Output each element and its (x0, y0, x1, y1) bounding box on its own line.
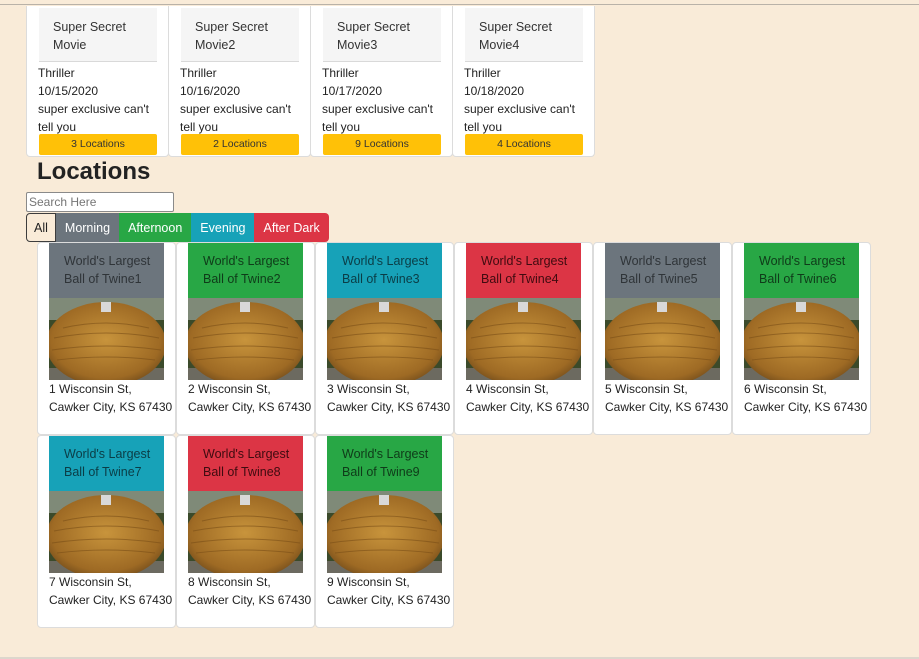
location-image (327, 298, 442, 380)
location-card[interactable]: World's Largest Ball of Twine5 5 Wisconsi… (593, 242, 732, 435)
location-address: 4 Wisconsin St, Cawker City, KS 67430 (466, 382, 590, 414)
top-divider (0, 4, 919, 5)
ball-of-twine-image (188, 298, 303, 380)
ball-of-twine-image (327, 298, 442, 380)
movie-card: Super Secret Movie3 Thriller 10/17/2020 … (310, 6, 453, 157)
filter-after-dark-button[interactable]: After Dark (254, 213, 329, 242)
location-card[interactable]: World's Largest Ball of Twine7 7 Wisconsi… (37, 435, 176, 628)
movie-card: Super Secret Movie2 Thriller 10/16/2020 … (168, 6, 311, 157)
movie-description: super exclusive can't tell you (180, 102, 292, 134)
location-image (49, 491, 164, 573)
movie-details: Thriller 10/18/2020 super exclusive can'… (464, 64, 592, 136)
location-title: World's Largest Ball of Twine4 (466, 243, 581, 298)
filter-afternoon-button[interactable]: Afternoon (119, 213, 192, 242)
location-address: 1 Wisconsin St, Cawker City, KS 67430 (49, 382, 173, 414)
location-title: World's Largest Ball of Twine7 (49, 436, 164, 491)
movie-description: super exclusive can't tell you (322, 102, 434, 134)
location-address: 7 Wisconsin St, Cawker City, KS 67430 (49, 575, 173, 607)
ball-of-twine-image (188, 491, 303, 573)
location-title: World's Largest Ball of Twine9 (327, 436, 442, 491)
filter-morning-button[interactable]: Morning (55, 213, 120, 242)
ball-of-twine-image (466, 298, 581, 380)
location-grid: World's Largest Ball of Twine1 1 Wisconsi… (37, 242, 877, 628)
location-address: 5 Wisconsin St, Cawker City, KS 67430 (605, 382, 729, 414)
location-card[interactable]: World's Largest Ball of Twine3 3 Wisconsi… (315, 242, 454, 435)
location-title: World's Largest Ball of Twine1 (49, 243, 164, 298)
location-image (188, 491, 303, 573)
movie-details: Thriller 10/17/2020 super exclusive can'… (322, 64, 450, 136)
location-image (466, 298, 581, 380)
location-address: 2 Wisconsin St, Cawker City, KS 67430 (188, 382, 312, 414)
movie-genre: Thriller (322, 66, 359, 80)
location-card[interactable]: World's Largest Ball of Twine8 8 Wisconsi… (176, 435, 315, 628)
movie-card: Super Secret Movie Thriller 10/15/2020 s… (26, 6, 169, 157)
location-address: 8 Wisconsin St, Cawker City, KS 67430 (188, 575, 312, 607)
location-title: World's Largest Ball of Twine6 (744, 243, 859, 298)
location-image (605, 298, 720, 380)
search-input[interactable] (26, 192, 174, 212)
movie-date: 10/15/2020 (38, 84, 99, 98)
movie-card: Super Secret Movie4 Thriller 10/18/2020 … (452, 6, 595, 157)
movie-locations-button[interactable]: 2 Locations (181, 134, 299, 155)
movie-title: Super Secret Movie4 (465, 8, 583, 62)
movie-details: Thriller 10/16/2020 super exclusive can'… (180, 64, 308, 136)
filter-evening-button[interactable]: Evening (191, 213, 255, 242)
location-card[interactable]: World's Largest Ball of Twine1 1 Wisconsi… (37, 242, 176, 435)
locations-heading: Locations (37, 158, 151, 185)
movie-title: Super Secret Movie2 (181, 8, 299, 62)
time-filter-group: All Morning Afternoon Evening After Dark (26, 213, 329, 242)
ball-of-twine-image (744, 298, 859, 380)
location-card[interactable]: World's Largest Ball of Twine6 6 Wisconsi… (732, 242, 871, 435)
ball-of-twine-image (605, 298, 720, 380)
movie-date: 10/18/2020 (464, 84, 525, 98)
filter-all-button[interactable]: All (26, 213, 56, 242)
location-title: World's Largest Ball of Twine3 (327, 243, 442, 298)
movie-description: super exclusive can't tell you (38, 102, 150, 134)
movie-title: Super Secret Movie3 (323, 8, 441, 62)
location-image (327, 491, 442, 573)
location-address: 3 Wisconsin St, Cawker City, KS 67430 (327, 382, 451, 414)
movie-details: Thriller 10/15/2020 super exclusive can'… (38, 64, 166, 136)
movie-genre: Thriller (180, 66, 217, 80)
location-title: World's Largest Ball of Twine5 (605, 243, 720, 298)
location-image (744, 298, 859, 380)
location-image (49, 298, 164, 380)
location-address: 6 Wisconsin St, Cawker City, KS 67430 (744, 382, 868, 414)
movie-date: 10/16/2020 (180, 84, 241, 98)
ball-of-twine-image (49, 491, 164, 573)
location-title: World's Largest Ball of Twine8 (188, 436, 303, 491)
location-title: World's Largest Ball of Twine2 (188, 243, 303, 298)
movie-date: 10/17/2020 (322, 84, 383, 98)
movie-locations-button[interactable]: 4 Locations (465, 134, 583, 155)
location-address: 9 Wisconsin St, Cawker City, KS 67430 (327, 575, 451, 607)
movie-description: super exclusive can't tell you (464, 102, 576, 134)
ball-of-twine-image (327, 491, 442, 573)
ball-of-twine-image (49, 298, 164, 380)
movie-locations-button[interactable]: 9 Locations (323, 134, 441, 155)
movie-locations-button[interactable]: 3 Locations (39, 134, 157, 155)
location-card[interactable]: World's Largest Ball of Twine2 2 Wisconsi… (176, 242, 315, 435)
location-card[interactable]: World's Largest Ball of Twine4 4 Wisconsi… (454, 242, 593, 435)
location-card[interactable]: World's Largest Ball of Twine9 9 Wisconsi… (315, 435, 454, 628)
movie-list: Super Secret Movie Thriller 10/15/2020 s… (26, 6, 595, 157)
movie-genre: Thriller (38, 66, 75, 80)
movie-genre: Thriller (464, 66, 501, 80)
location-image (188, 298, 303, 380)
movie-title: Super Secret Movie (39, 8, 157, 62)
